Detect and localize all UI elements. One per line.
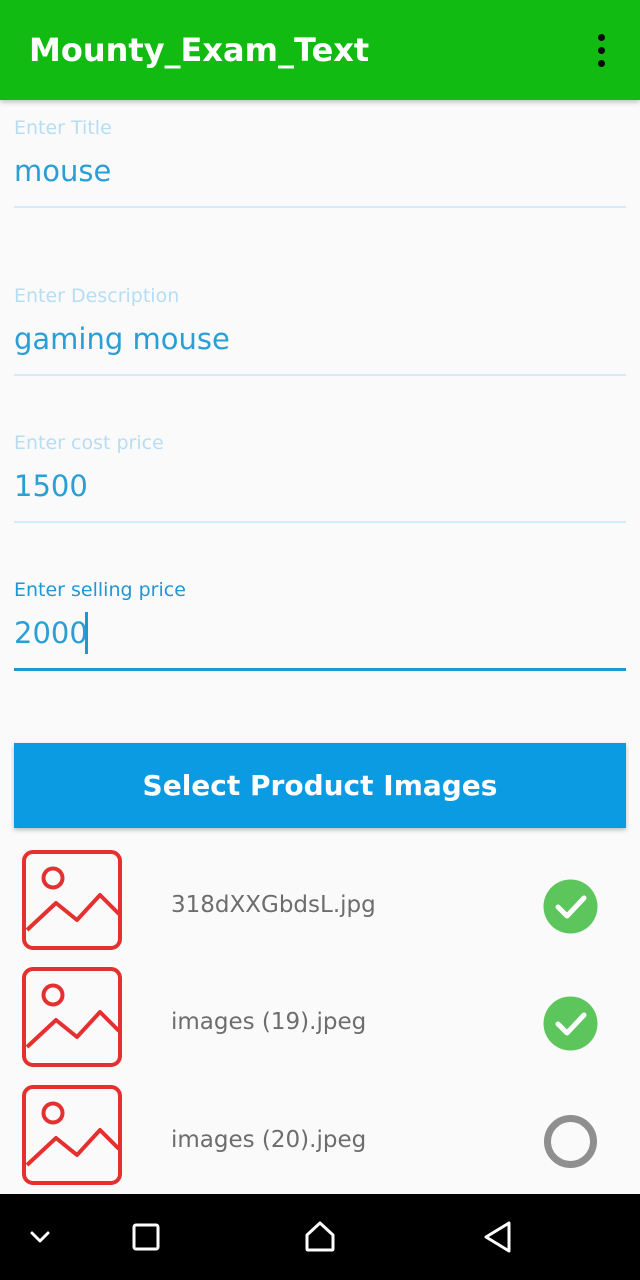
progress-ring-icon xyxy=(544,1115,597,1168)
selling-price-field-value[interactable]: 2000 xyxy=(14,616,88,650)
more-vert-icon[interactable] xyxy=(586,30,616,70)
description-field-label: Enter Description xyxy=(14,285,180,307)
cost-price-field[interactable]: Enter cost price 1500 xyxy=(14,427,626,525)
title-field-value[interactable]: mouse xyxy=(14,154,111,188)
select-product-images-button[interactable]: Select Product Images xyxy=(14,743,626,828)
cost-price-field-underline xyxy=(14,521,626,523)
home-icon[interactable] xyxy=(295,1212,345,1262)
check-circle-icon xyxy=(543,996,598,1051)
recents-square-icon[interactable] xyxy=(121,1212,171,1262)
selling-price-field[interactable]: Enter selling price 2000 xyxy=(14,574,626,674)
image-placeholder-icon xyxy=(22,850,122,950)
selling-price-field-underline xyxy=(14,668,626,671)
check-circle-icon xyxy=(543,879,598,934)
text-cursor xyxy=(85,612,88,654)
title-field[interactable]: Enter Title mouse xyxy=(14,112,626,210)
description-field-underline xyxy=(14,374,626,376)
title-field-underline xyxy=(14,206,626,208)
description-field[interactable]: Enter Description gaming mouse xyxy=(14,280,626,378)
selling-price-field-label: Enter selling price xyxy=(14,579,186,601)
title-field-label: Enter Title xyxy=(14,117,112,139)
image-list-item[interactable]: images (20).jpeg xyxy=(0,1085,640,1202)
system-nav-bar xyxy=(0,1194,640,1280)
app-title: Mounty_Exam_Text xyxy=(29,31,370,69)
cost-price-field-value[interactable]: 1500 xyxy=(14,469,88,503)
image-filename: 318dXXGbdsL.jpg xyxy=(171,892,376,918)
back-triangle-icon[interactable] xyxy=(473,1212,523,1262)
chevron-down-icon[interactable] xyxy=(15,1212,65,1262)
app-bar: Mounty_Exam_Text xyxy=(0,0,640,100)
image-placeholder-icon xyxy=(22,967,122,1067)
screen: Mounty_Exam_Text Enter Title mouse Enter… xyxy=(0,0,640,1280)
image-placeholder-icon xyxy=(22,1085,122,1185)
image-list-item[interactable]: images (19).jpeg xyxy=(0,967,640,1084)
image-filename: images (20).jpeg xyxy=(171,1127,367,1153)
cost-price-field-label: Enter cost price xyxy=(14,432,164,454)
image-filename: images (19).jpeg xyxy=(171,1009,367,1035)
image-list-item[interactable]: 318dXXGbdsL.jpg xyxy=(0,850,640,967)
description-field-value[interactable]: gaming mouse xyxy=(14,322,230,356)
